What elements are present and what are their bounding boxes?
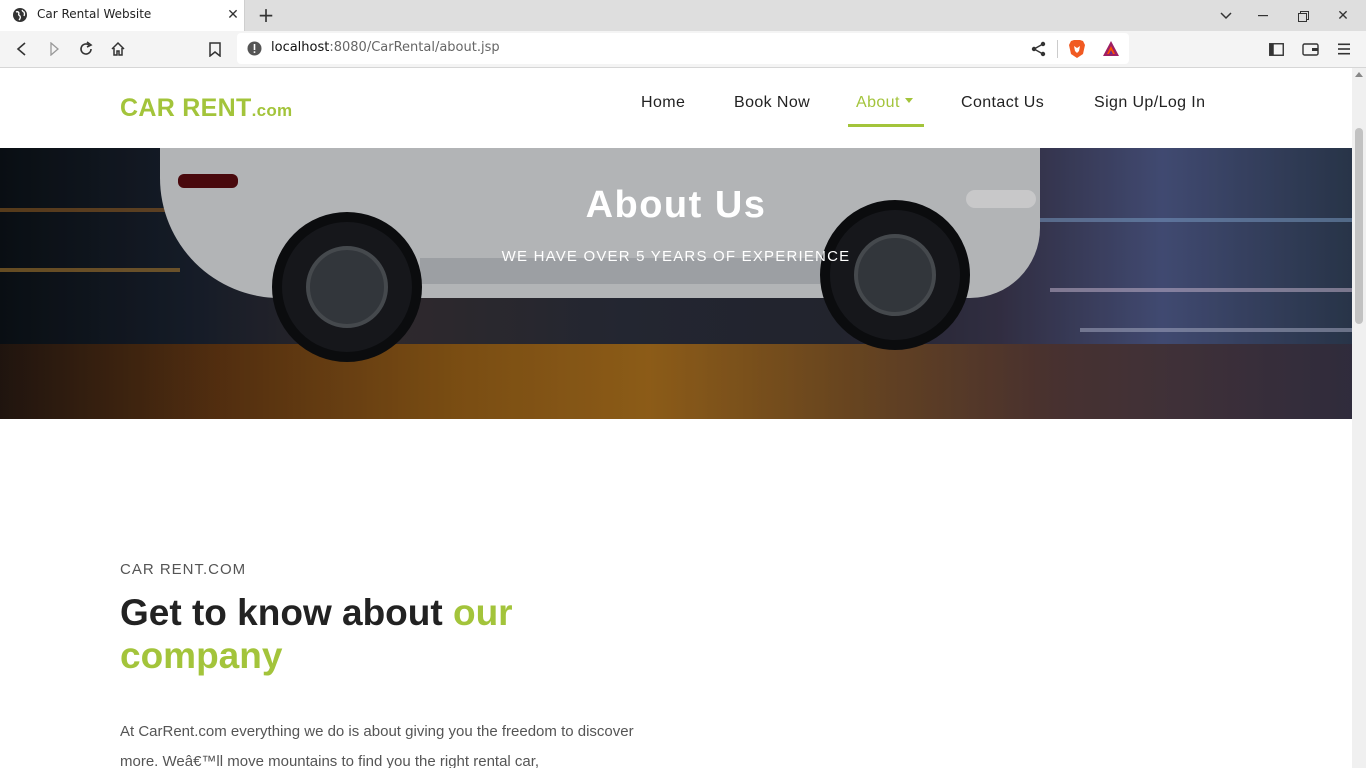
sidebar-icon[interactable] <box>1266 39 1286 59</box>
nav-contact-link[interactable]: Contact Us <box>961 94 1044 112</box>
browser-tab-strip: Car Rental Website ✕ + ✕ <box>0 0 1366 31</box>
page-scrollbar[interactable] <box>1352 68 1366 768</box>
tab-list-chevron-icon[interactable] <box>1216 6 1236 26</box>
menu-icon[interactable] <box>1334 39 1354 59</box>
hero-title: About Us <box>585 184 767 226</box>
tab-title: Car Rental Website <box>37 7 152 21</box>
restore-window-button[interactable] <box>1293 6 1313 26</box>
scrollbar-thumb[interactable] <box>1355 128 1363 324</box>
site-logo[interactable]: CAR RENT.com <box>120 94 292 123</box>
url-text[interactable]: localhost:8080/CarRental/about.jsp <box>271 40 500 55</box>
about-section: CAR RENT.COM Get to know about our compa… <box>0 419 1352 768</box>
logo-main: CAR RENT <box>120 94 252 122</box>
nav-signup-login-link[interactable]: Sign Up/Log In <box>1094 94 1205 112</box>
nav-about-label: About <box>856 94 900 111</box>
wallet-icon[interactable] <box>1300 39 1320 59</box>
about-heading: Get to know about our company <box>120 591 640 677</box>
share-icon[interactable] <box>1030 40 1048 58</box>
about-body-text: At CarRent.com everything we do is about… <box>120 723 634 768</box>
url-path: :8080/CarRental/about.jsp <box>329 40 500 55</box>
close-tab-icon[interactable]: ✕ <box>224 6 242 24</box>
reload-icon[interactable] <box>76 39 96 59</box>
nav-book-now-link[interactable]: Book Now <box>734 94 810 112</box>
about-eyebrow: CAR RENT.COM <box>120 561 247 578</box>
forward-icon[interactable] <box>44 39 64 59</box>
nav-home-link[interactable]: Home <box>641 94 685 112</box>
page-viewport: CAR RENT.com Home Book Now About Contact… <box>0 68 1352 768</box>
bookmark-icon[interactable] <box>205 39 225 59</box>
hero-subtitle: WE HAVE OVER 5 YEARS OF EXPERIENCE <box>501 248 851 265</box>
url-host: localhost <box>271 40 330 55</box>
caret-down-icon <box>904 98 913 104</box>
address-bar[interactable]: localhost:8080/CarRental/about.jsp <box>237 33 1129 64</box>
logo-suffix: .com <box>251 101 293 120</box>
nav-about-dropdown[interactable]: About <box>856 94 913 112</box>
home-icon[interactable] <box>108 39 128 59</box>
scroll-up-arrow-icon[interactable] <box>1355 72 1363 77</box>
active-nav-underline <box>848 124 924 127</box>
globe-icon <box>13 8 27 22</box>
browser-toolbar: localhost:8080/CarRental/about.jsp <box>0 31 1366 68</box>
about-heading-main: Get to know about <box>120 592 453 633</box>
new-tab-button[interactable]: + <box>256 5 276 25</box>
address-bar-divider <box>1057 40 1058 58</box>
site-info-icon[interactable] <box>247 41 262 56</box>
browser-tab[interactable]: Car Rental Website ✕ <box>0 0 245 31</box>
brave-shields-icon[interactable] <box>1068 39 1086 59</box>
close-window-button[interactable]: ✕ <box>1333 6 1353 26</box>
site-navbar: CAR RENT.com Home Book Now About Contact… <box>0 68 1352 148</box>
hero-banner: About Us WE HAVE OVER 5 YEARS OF EXPERIE… <box>0 148 1352 419</box>
brave-rewards-icon[interactable] <box>1102 40 1120 58</box>
back-icon[interactable] <box>12 39 32 59</box>
minimize-window-button[interactable] <box>1253 6 1273 26</box>
